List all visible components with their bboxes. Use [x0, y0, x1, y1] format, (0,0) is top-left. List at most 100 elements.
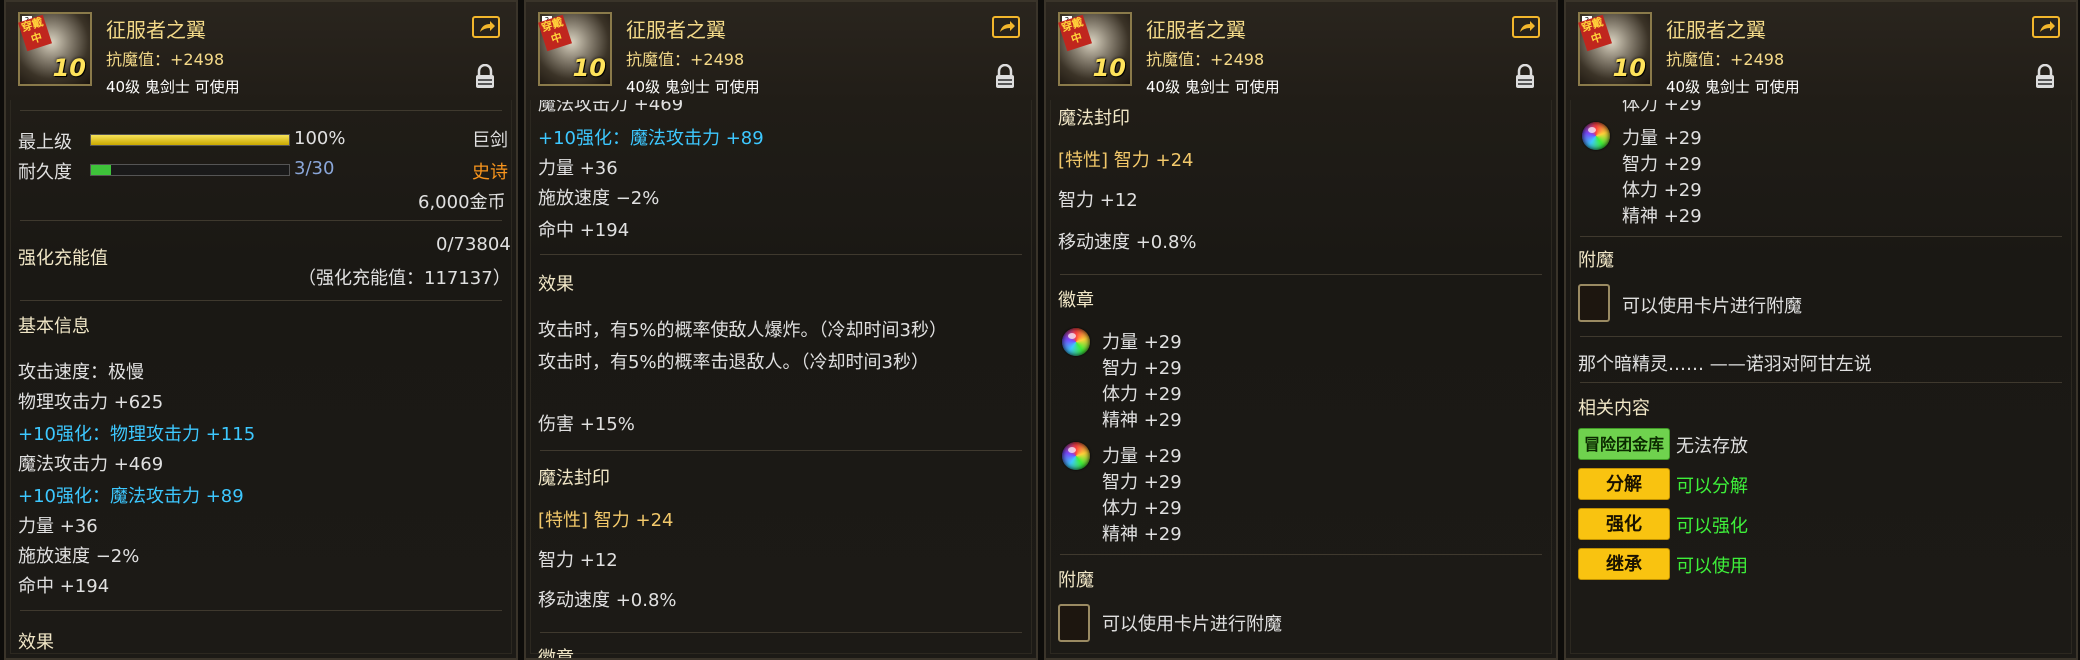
badge-disassemble[interactable]: 分解 [1578, 468, 1670, 500]
share-icon[interactable] [2032, 16, 2060, 38]
effect-header: 效果 [18, 632, 54, 653]
seal-line-2: 智力 +12 [1058, 190, 1138, 211]
emblem-stat: 体力 +29 [1622, 180, 1702, 201]
stat-cast-speed: 施放速度 −2% [538, 188, 660, 209]
tooltip-panel-2: 2 穿戴中 10 征服者之翼 抗魔值：+2498 40级 鬼剑士 可使用 魔法攻… [524, 0, 1038, 660]
share-icon[interactable] [1512, 16, 1540, 38]
enchant-card-slot[interactable] [1578, 284, 1610, 322]
effect-line-1: 攻击时，有5%的概率使敌人爆炸。（冷却时间3秒） [538, 320, 948, 341]
equipped-tag: 穿戴中 [538, 14, 572, 52]
enhance-level: 10 [52, 54, 86, 82]
emblem-2-stat: 体力 +29 [1102, 498, 1182, 519]
tooltip-panel-4: 2 穿戴中 10 征服者之翼 抗魔值：+2498 40级 鬼剑士 可使用 体力 … [1564, 0, 2078, 660]
tooltip-panel-1: 2 穿戴中 10 征服者之翼 抗魔值：+2498 40级 鬼剑士 可使用 最上级… [4, 0, 518, 660]
item-wing-icon[interactable]: 2 穿戴中 10 [1578, 12, 1652, 86]
enh-mag-attack: +10强化：魔法攻击力 +89 [18, 486, 244, 507]
item-requirement: 40级 鬼剑士 可使用 [626, 78, 760, 96]
charge-label: 强化充能值 [18, 248, 108, 269]
badge-enhance[interactable]: 强化 [1578, 508, 1670, 540]
seal-header: 魔法封印 [538, 468, 610, 489]
seal-line-3: 移动速度 +0.8% [538, 590, 677, 611]
share-icon[interactable] [992, 16, 1020, 38]
equipped-tag: 穿戴中 [1058, 14, 1092, 52]
vault-status: 无法存放 [1676, 436, 1748, 457]
divider [1060, 274, 1542, 275]
item-wing-icon[interactable]: 2 穿戴中 10 [18, 12, 92, 86]
emblem-orb-icon[interactable] [1582, 122, 1610, 150]
item-wing-icon[interactable]: 2 穿戴中 10 [1058, 12, 1132, 86]
share-icon[interactable] [472, 16, 500, 38]
attack-speed: 攻击速度：极慢 [18, 362, 144, 383]
effect-header: 效果 [538, 274, 574, 295]
tooltip-panel-3: 2 穿戴中 10 征服者之翼 抗魔值：+2498 40级 鬼剑士 可使用 魔法封… [1044, 0, 1558, 660]
equipped-tag: 穿戴中 [1578, 14, 1612, 52]
enchant-text: 可以使用卡片进行附魔 [1622, 296, 1802, 317]
item-wing-icon[interactable]: 2 穿戴中 10 [538, 12, 612, 86]
badge-inherit[interactable]: 继承 [1578, 548, 1670, 580]
emblem-orb-icon[interactable] [1062, 328, 1090, 356]
enhance-level: 10 [572, 54, 606, 82]
seal-line-3: 移动速度 +0.8% [1058, 232, 1197, 253]
lock-icon[interactable] [994, 63, 1016, 90]
phys-attack: 物理攻击力 +625 [18, 392, 164, 413]
equipped-tag: 穿戴中 [18, 14, 52, 52]
lock-icon[interactable] [1514, 63, 1536, 90]
item-requirement: 40级 鬼剑士 可使用 [106, 78, 240, 96]
emblem-stat: 力量 +29 [1622, 128, 1702, 149]
badge-adventure-vault[interactable]: 冒险团金库 [1578, 428, 1670, 460]
charge-total: （强化充能值：117137） [298, 268, 511, 289]
mag-attack: 魔法攻击力 +469 [18, 454, 164, 475]
anti-magic-value: 抗魔值：+2498 [1146, 50, 1265, 69]
emblem-1-stat: 精神 +29 [1102, 410, 1182, 431]
enhance-status: 可以强化 [1676, 516, 1748, 537]
lock-icon[interactable] [2034, 63, 2056, 90]
emblem-stat: 精神 +29 [1622, 206, 1702, 227]
enchant-card-slot[interactable] [1058, 604, 1090, 642]
item-name: 征服者之翼 [1146, 18, 1246, 42]
anti-magic-value: 抗魔值：+2498 [626, 50, 745, 69]
seal-line-1: [特性] 智力 +24 [538, 510, 674, 531]
related-header: 相关内容 [1578, 398, 1650, 419]
item-name: 征服者之翼 [1666, 18, 1766, 42]
stat-strength: 力量 +36 [538, 158, 618, 179]
item-requirement: 40级 鬼剑士 可使用 [1146, 78, 1280, 96]
top-grade-value: 100% [294, 128, 346, 149]
basic-info-header: 基本信息 [18, 316, 90, 337]
enchant-header: 附魔 [1058, 570, 1094, 591]
rarity-label: 史诗 [472, 162, 508, 183]
emblem-2-stat: 力量 +29 [1102, 446, 1182, 467]
emblem-orb-icon[interactable] [1062, 442, 1090, 470]
item-name: 征服者之翼 [626, 18, 726, 42]
item-header: 2 穿戴中 10 征服者之翼 抗魔值：+2498 40级 鬼剑士 可使用 [6, 2, 516, 100]
inherit-status: 可以使用 [1676, 556, 1748, 577]
enchant-text: 可以使用卡片进行附魔 [1102, 614, 1282, 635]
lock-icon[interactable] [474, 63, 496, 90]
weapon-type: 巨剑 [472, 130, 508, 151]
item-header: 2 穿戴中 10 征服者之翼 抗魔值：+2498 40级 鬼剑士 可使用 [1566, 2, 2076, 100]
emblem-1-stat: 力量 +29 [1102, 332, 1182, 353]
divider [540, 632, 1022, 633]
emblem-2-stat: 智力 +29 [1102, 472, 1182, 493]
emblem-2-stat: 精神 +29 [1102, 524, 1182, 545]
anti-magic-value: 抗魔值：+2498 [1666, 50, 1785, 69]
item-name: 征服者之翼 [106, 18, 206, 42]
divider [1580, 382, 2062, 383]
divider [1580, 336, 2062, 337]
emblem-1-stat: 智力 +29 [1102, 358, 1182, 379]
divider [20, 610, 502, 611]
anti-magic-value: 抗魔值：+2498 [106, 50, 225, 69]
divider [20, 300, 502, 301]
divider [20, 110, 502, 111]
emblem-1-stat: 体力 +29 [1102, 384, 1182, 405]
item-header: 2 穿戴中 10 征服者之翼 抗魔值：+2498 40级 鬼剑士 可使用 [526, 2, 1036, 100]
effect-line-2: 攻击时，有5%的概率击退敌人。（冷却时间3秒） [538, 352, 930, 373]
enh-mag-attack: +10强化：魔法攻击力 +89 [538, 128, 764, 149]
durability-label: 耐久度 [18, 162, 72, 183]
charge-value: 0/73804 [436, 234, 511, 255]
enhance-level: 10 [1092, 54, 1126, 82]
stat-hit: 命中 +194 [18, 576, 110, 597]
seal-line-1: [特性] 智力 +24 [1058, 150, 1194, 171]
seal-line-2: 智力 +12 [538, 550, 618, 571]
divider [1580, 236, 2062, 237]
seal-header: 魔法封印 [1058, 108, 1130, 129]
